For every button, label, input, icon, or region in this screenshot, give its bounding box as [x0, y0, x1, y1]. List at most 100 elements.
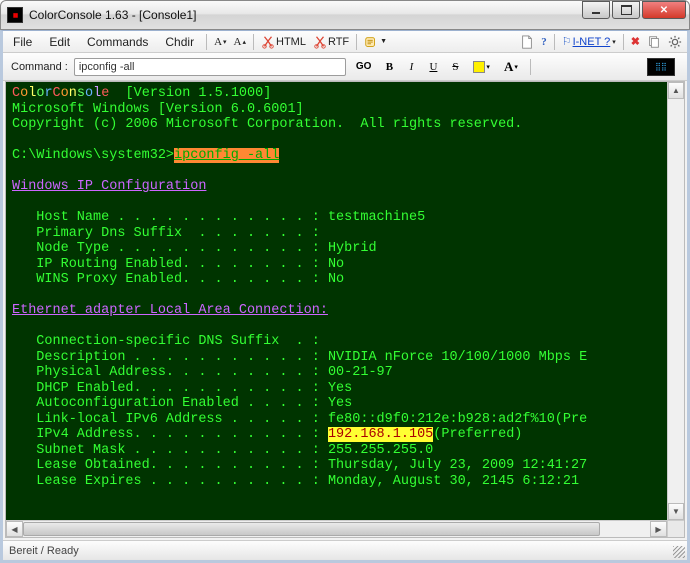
copy-icon [647, 35, 661, 49]
value: Monday, August 30, 2145 6:12:21 [328, 474, 579, 489]
script-icon [364, 35, 378, 49]
vertical-scrollbar[interactable]: ▲ ▼ [667, 82, 684, 520]
value: NVIDIA nForce 10/100/1000 Mbps E [328, 350, 587, 365]
console-line: Lease Obtained. . . . . . . . . . : [12, 458, 328, 473]
menu-chdir[interactable]: Chdir [157, 33, 202, 51]
value: (Preferred) [433, 427, 522, 442]
go-button[interactable]: GO [352, 58, 376, 76]
console-line: WINS Proxy Enabled. . . . . . . . : [12, 272, 328, 287]
menu-commands[interactable]: Commands [79, 33, 156, 51]
keyboard-icon [647, 58, 675, 76]
inet-label: I-NET ? [573, 36, 611, 48]
rtf-label: RTF [328, 36, 349, 48]
value: fe80::d9f0:212e:b928:ad2f%10(Pre [328, 412, 587, 427]
chevron-down-icon: ▾ [486, 63, 490, 71]
value: No [328, 272, 344, 287]
console-line: Autoconfiguration Enabled . . . . : [12, 396, 328, 411]
separator [206, 34, 207, 50]
console-wrap: ColorConsole [Version 1.5.1000] Microsof… [5, 81, 685, 538]
section-header: Ethernet adapter Local Area Connection: [12, 303, 328, 318]
scroll-right-arrow[interactable]: ▶ [650, 521, 667, 537]
scroll-thumb[interactable] [23, 522, 600, 536]
command-label: Command : [11, 61, 68, 73]
menubar: File Edit Commands Chdir A▾ A▴ HTML RTF … [3, 31, 687, 53]
new-document-button[interactable] [517, 33, 537, 51]
separator [253, 34, 254, 50]
app-icon [7, 7, 23, 23]
scroll-up-arrow[interactable]: ▲ [668, 82, 684, 99]
menu-file[interactable]: File [5, 33, 40, 51]
console-line: Host Name . . . . . . . . . . . . : [12, 210, 328, 225]
console-line: Physical Address. . . . . . . . . : [12, 365, 328, 380]
minimize-button[interactable] [582, 1, 610, 19]
settings-button[interactable] [665, 33, 685, 51]
separator [530, 59, 531, 75]
maximize-button[interactable] [612, 1, 640, 19]
separator [554, 34, 555, 50]
scissors-icon [261, 35, 275, 49]
banner-version: [Version 1.5.1000] [126, 86, 272, 101]
strikethrough-button[interactable]: S [447, 58, 463, 76]
gear-icon [668, 35, 682, 49]
prompt-command: ipconfig -all [174, 148, 279, 163]
script-button[interactable]: ▼ [361, 33, 390, 51]
value: Hybrid [328, 241, 377, 256]
highlight-color-button[interactable]: ▾ [469, 58, 494, 76]
titlebar: ColorConsole 1.63 - [Console1] [0, 0, 690, 30]
document-icon [520, 35, 534, 49]
scroll-track[interactable] [668, 99, 684, 503]
scroll-track[interactable] [23, 521, 650, 537]
value: testmachine5 [328, 210, 425, 225]
separator [356, 34, 357, 50]
copy-button[interactable] [644, 33, 664, 51]
font-color-button[interactable]: A▾ [500, 58, 522, 76]
scroll-corner [667, 520, 684, 537]
console-line: Connection-specific DNS Suffix . : [12, 334, 320, 349]
chevron-down-icon: ▾ [514, 63, 518, 71]
value: Yes [328, 381, 352, 396]
value: Yes [328, 396, 352, 411]
console-line: Description . . . . . . . . . . . : [12, 350, 328, 365]
fill-icon [473, 61, 485, 73]
keyboard-button[interactable] [643, 58, 679, 76]
value: No [328, 257, 344, 272]
scroll-left-arrow[interactable]: ◀ [6, 521, 23, 537]
chevron-down-icon: ▼ [380, 38, 387, 45]
console-line: Primary Dns Suffix . . . . . . . : [12, 226, 320, 241]
console-line: DHCP Enabled. . . . . . . . . . . : [12, 381, 328, 396]
resize-grip[interactable] [673, 546, 685, 558]
menu-edit[interactable]: Edit [41, 33, 78, 51]
help-button[interactable]: ? [538, 34, 550, 50]
console-line: Node Type . . . . . . . . . . . . : [12, 241, 328, 256]
statusbar: Bereit / Ready [3, 540, 687, 560]
console-line: IP Routing Enabled. . . . . . . . : [12, 257, 328, 272]
console-line: Microsoft Windows [Version 6.0.6001] [12, 102, 304, 117]
italic-button[interactable]: I [403, 58, 419, 76]
console-line: Lease Expires . . . . . . . . . . : [12, 474, 328, 489]
delete-button[interactable]: ✖ [628, 33, 643, 50]
scroll-down-arrow[interactable]: ▼ [668, 503, 684, 520]
bold-button[interactable]: B [381, 58, 397, 76]
console-output[interactable]: ColorConsole [Version 1.5.1000] Microsof… [6, 82, 684, 537]
underline-button[interactable]: U [425, 58, 441, 76]
ipv4-highlight: 192.168.1.105 [328, 427, 433, 442]
section-header: Windows IP Configuration [12, 179, 206, 194]
command-input[interactable] [74, 58, 346, 76]
horizontal-scrollbar[interactable]: ◀ ▶ [6, 520, 667, 537]
close-button[interactable] [642, 1, 686, 19]
value: 255.255.255.0 [328, 443, 433, 458]
font-decrease-button[interactable]: A▾ [211, 34, 229, 50]
export-html-button[interactable]: HTML [258, 33, 309, 51]
font-increase-button[interactable]: A▴ [231, 34, 249, 50]
value: Thursday, July 23, 2009 12:41:27 [328, 458, 587, 473]
scissors-icon [313, 35, 327, 49]
prompt-path: C:\Windows\system32> [12, 148, 174, 163]
export-rtf-button[interactable]: RTF [310, 33, 352, 51]
console-line: IPv4 Address. . . . . . . . . . . : [12, 427, 328, 442]
inet-button[interactable]: ⚐ I-NET ? ▾ [559, 33, 619, 50]
console-line: Link-local IPv6 Address . . . . . : [12, 412, 328, 427]
value: 00-21-97 [328, 365, 393, 380]
chevron-down-icon: ▾ [612, 38, 616, 46]
console-line: Copyright (c) 2006 Microsoft Corporation… [12, 117, 522, 132]
console-line: Subnet Mask . . . . . . . . . . . : [12, 443, 328, 458]
